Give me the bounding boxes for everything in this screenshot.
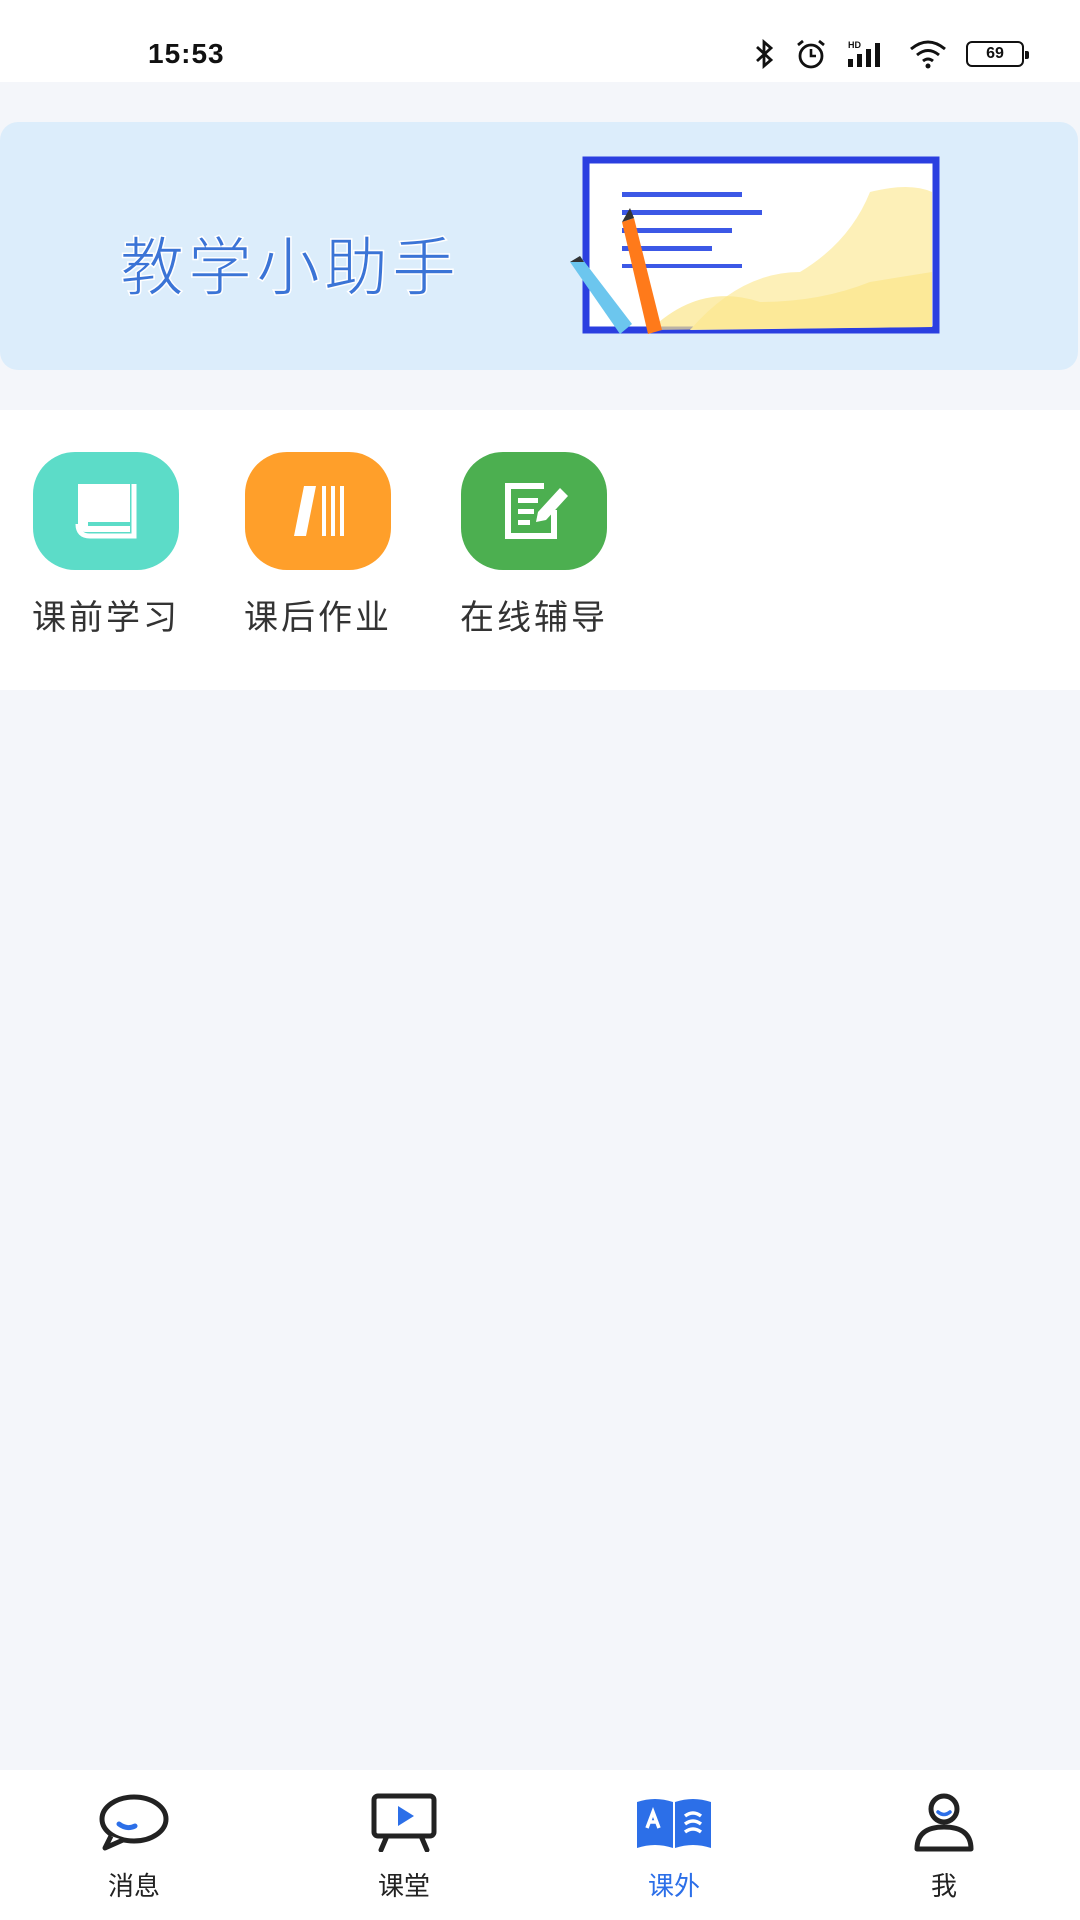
battery-indicator: 69 xyxy=(966,41,1029,67)
quick-actions-panel: 课前学习 课后作业 在线辅导 xyxy=(0,410,1080,690)
quick-action-online-tutoring[interactable]: 在线辅导 xyxy=(434,452,634,639)
tab-me[interactable]: 我 xyxy=(864,1790,1024,1903)
alarm-icon xyxy=(794,38,828,70)
open-book-icon xyxy=(594,1790,754,1854)
tab-classroom[interactable]: 课堂 xyxy=(324,1790,484,1903)
tab-extracurricular[interactable]: 课外 xyxy=(594,1790,754,1903)
chat-bubble-icon xyxy=(54,1790,214,1854)
classroom-screen-icon xyxy=(324,1790,484,1854)
banner-title: 教学小助手 xyxy=(110,212,510,326)
banner-section: 教学小助手 xyxy=(0,82,1080,410)
whiteboard-illustration xyxy=(570,152,950,346)
quick-action-homework[interactable]: 课后作业 xyxy=(218,452,418,639)
status-icons: HD 69 xyxy=(754,36,1029,72)
svg-text:HD: HD xyxy=(848,40,861,50)
status-time: 15:53 xyxy=(148,38,225,69)
edit-note-icon xyxy=(461,452,607,570)
svg-text:教学小助手: 教学小助手 xyxy=(120,232,460,306)
homework-books-icon xyxy=(245,452,391,570)
book-icon xyxy=(33,452,179,570)
signal-icon: HD xyxy=(846,39,890,69)
banner[interactable]: 教学小助手 xyxy=(0,122,1078,370)
quick-action-pre-class[interactable]: 课前学习 xyxy=(6,452,206,639)
bluetooth-icon xyxy=(754,39,776,69)
wifi-icon xyxy=(908,39,948,69)
user-icon xyxy=(864,1790,1024,1854)
status-bar: 15:53 HD 69 xyxy=(0,0,1080,82)
tab-messages[interactable]: 消息 xyxy=(54,1790,214,1903)
bottom-tab-bar: 消息 课堂 课外 我 xyxy=(0,1770,1080,1920)
